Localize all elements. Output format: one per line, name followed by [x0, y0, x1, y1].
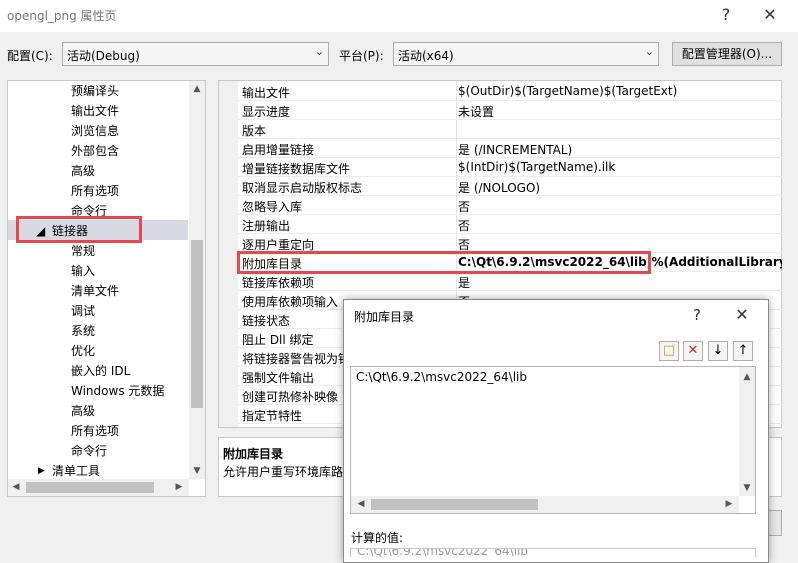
highlight-box — [237, 251, 651, 274]
tree-item[interactable]: 高级 — [71, 161, 95, 181]
tree-item[interactable]: 清单工具 — [52, 461, 100, 479]
chevron-down-icon: ⌄ — [314, 45, 324, 58]
tree-item[interactable]: 输入 — [71, 261, 95, 281]
description-text: 允许用户重写环境库路 — [223, 465, 344, 479]
dialog-title: 附加库目录 — [354, 310, 415, 324]
tree-item[interactable]: 预编译头 — [71, 81, 119, 101]
scroll-left-icon[interactable]: ◀ — [8, 479, 24, 495]
delete-icon[interactable]: ✕ — [683, 341, 703, 361]
property-row[interactable]: 版本 — [238, 120, 782, 139]
help-button[interactable]: ? — [712, 4, 740, 26]
scroll-up-icon[interactable]: ▲ — [739, 369, 755, 385]
tree-item[interactable]: 优化 — [71, 341, 95, 361]
scroll-right-icon[interactable]: ▶ — [171, 479, 187, 495]
move-down-icon[interactable]: ↓ — [708, 341, 728, 361]
property-row[interactable]: 显示进度 未设置 — [238, 101, 782, 120]
highlight-box — [16, 216, 142, 243]
property-row[interactable]: 取消显示启动版权标志是 (/NOLOGO) — [238, 177, 782, 196]
scroll-down-icon[interactable]: ▼ — [739, 480, 755, 496]
scroll-up-icon[interactable]: ▲ — [189, 81, 205, 97]
tree-item[interactable]: 清单文件 — [71, 281, 119, 301]
new-folder-icon[interactable]: □ — [659, 341, 679, 361]
tree-vscroll-thumb[interactable] — [191, 240, 203, 408]
platform-select[interactable]: 活动(x64) ⌄ — [393, 42, 659, 66]
move-up-icon[interactable]: ↑ — [733, 341, 753, 361]
computed-value-label: 计算的值: — [351, 531, 404, 545]
property-row[interactable]: 输出文件 $(OutDir)$(TargetName)$(TargetExt) — [238, 82, 782, 101]
dialog-close-button[interactable]: ✕ — [728, 304, 756, 326]
computed-value-text: C:\Qt\6.9.2\msvc2022_64\lib — [357, 548, 529, 557]
tree-item[interactable]: 系统 — [71, 321, 95, 341]
property-row[interactable]: 启用增量链接是 (/INCREMENTAL) — [238, 139, 782, 158]
computed-value-box: C:\Qt\6.9.2\msvc2022_64\lib — [350, 548, 756, 557]
scroll-down-icon[interactable]: ▼ — [189, 463, 205, 479]
config-value: 活动(Debug) — [67, 49, 140, 63]
tree-item[interactable]: 输出文件 — [71, 101, 119, 121]
scroll-right-icon[interactable]: ▶ — [721, 496, 737, 512]
directory-list[interactable] — [350, 366, 756, 514]
tree-view[interactable]: 预编译头 输出文件 浏览信息 外部包含 高级 所有选项 命令行 ◢ 链接器 常规… — [8, 81, 188, 479]
tree-item[interactable]: 嵌入的 IDL — [71, 361, 130, 381]
property-row[interactable]: 注册输出否 — [238, 215, 782, 234]
description-title: 附加库目录 — [223, 447, 284, 461]
tree-item[interactable]: 所有选项 — [71, 421, 119, 441]
platform-label: 平台(P): — [339, 49, 384, 63]
tree-item[interactable]: Windows 元数据 — [71, 381, 164, 401]
tree-hscroll-thumb[interactable] — [26, 482, 154, 493]
chevron-down-icon: ⌄ — [644, 45, 654, 58]
tree-expander-icon[interactable]: ▶ — [38, 461, 45, 479]
property-row[interactable]: 忽略导入库否 — [238, 196, 782, 215]
close-button[interactable]: ✕ — [756, 4, 784, 26]
property-row[interactable]: 链接库依赖项是 — [238, 272, 782, 291]
tree-item[interactable]: 高级 — [71, 401, 95, 421]
tree-item[interactable]: 命令行 — [71, 441, 107, 461]
tree-item[interactable]: 所有选项 — [71, 181, 119, 201]
platform-value: 活动(x64) — [398, 49, 454, 63]
config-label: 配置(C): — [7, 49, 53, 63]
tree-item[interactable]: 浏览信息 — [71, 121, 119, 141]
config-select[interactable]: 活动(Debug) ⌄ — [62, 42, 329, 66]
dialog-help-button[interactable]: ? — [683, 304, 711, 326]
scroll-left-icon[interactable]: ◀ — [353, 496, 369, 512]
directory-entry[interactable]: C:\Qt\6.9.2\msvc2022_64\lib — [356, 370, 527, 384]
tree-item[interactable]: 外部包含 — [71, 141, 119, 161]
window-title: opengl_png 属性页 — [7, 9, 117, 23]
property-row[interactable]: 增量链接数据库文件 $(IntDir)$(TargetName).ilk — [238, 158, 782, 177]
tree-item[interactable]: 常规 — [71, 241, 95, 261]
title-bar — [0, 0, 798, 32]
tree-item[interactable]: 调试 — [71, 301, 95, 321]
list-hscroll-thumb[interactable] — [371, 499, 538, 510]
config-manager-button[interactable]: 配置管理器(O)... — [672, 42, 782, 66]
property-grid-gutter — [219, 81, 238, 427]
list-vscrollbar[interactable] — [739, 367, 755, 496]
